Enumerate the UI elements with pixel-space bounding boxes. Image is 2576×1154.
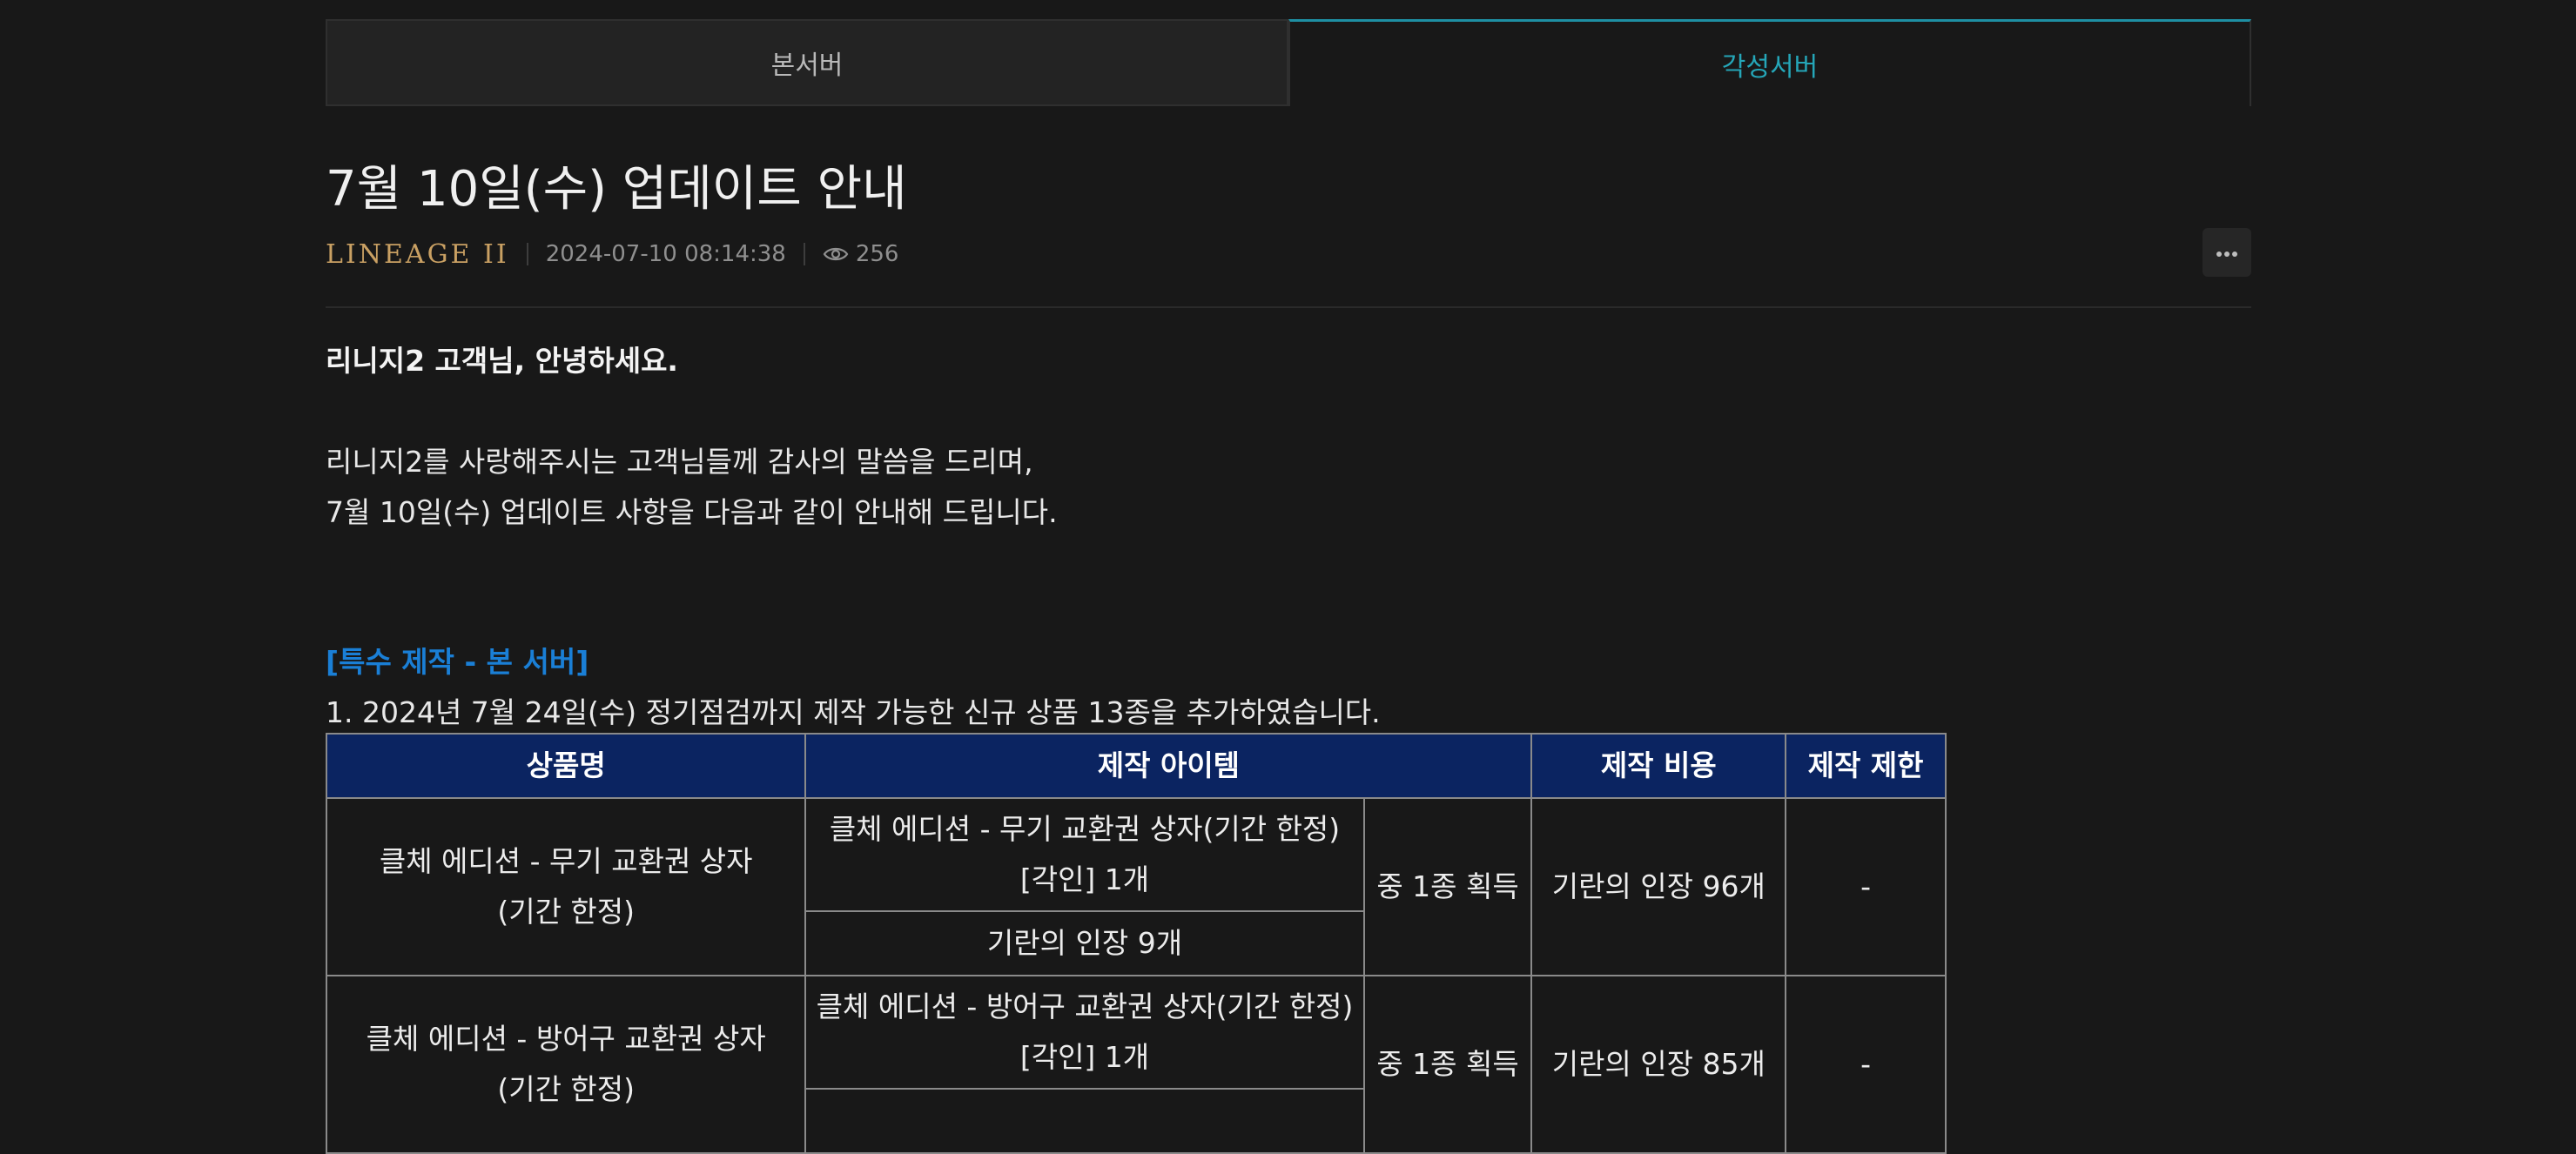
result-cell: 중 1종 획득: [1362, 797, 1533, 976]
material-cell: 클체 에디션 - 방어구 교환권 상자(기간 한정) [각인] 1개: [804, 975, 1365, 1090]
table-header-row: 상품명 제작 아이템 제작 비용 제작 제한: [325, 733, 1947, 799]
material-name: 클체 에디션 - 무기 교환권 상자(기간 한정): [829, 812, 1341, 846]
header-cost: 제작 비용: [1530, 733, 1787, 799]
view-count: 256: [855, 241, 899, 267]
limit-cell: -: [1785, 797, 1947, 976]
meta-separator: [803, 243, 805, 265]
header-materials: 제작 아이템: [804, 733, 1533, 799]
product-name: 클체 에디션 - 무기 교환권 상자: [379, 844, 753, 878]
result-cell: 중 1종 획득: [1362, 975, 1533, 1154]
table-row: 클체 에디션 - 무기 교환권 상자 (기간 한정) 클체 에디션 - 무기 교…: [325, 797, 1947, 976]
material-cell: 클체 에디션 - 무기 교환권 상자(기간 한정) [각인] 1개: [804, 797, 1365, 912]
eye-icon: [823, 245, 849, 264]
material-name: 클체 에디션 - 방어구 교환권 상자(기간 한정): [816, 990, 1354, 1023]
greeting-text: 리니지2 고객님, 안녕하세요.: [326, 344, 678, 378]
header-limit: 제작 제한: [1785, 733, 1947, 799]
section-title: [특수 제작 - 본 서버]: [326, 645, 589, 679]
limit-cell: -: [1785, 975, 1947, 1154]
material-qty: [각인] 1개: [1019, 1040, 1150, 1074]
tab-main-server[interactable]: 본서버: [326, 19, 1288, 106]
table-row: 클체 에디션 - 방어구 교환권 상자 (기간 한정) 클체 에디션 - 방어구…: [325, 975, 1947, 1154]
header-divider: [326, 306, 2251, 308]
post-datetime: 2024-07-10 08:14:38: [545, 241, 786, 267]
cost-cell: 기란의 인장 85개: [1530, 975, 1787, 1154]
product-note: (기간 한정): [497, 1072, 636, 1106]
product-cell: 클체 에디션 - 무기 교환권 상자 (기간 한정): [325, 797, 807, 976]
header-product: 상품명: [325, 733, 807, 799]
intro-line-2: 7월 10일(수) 업데이트 사항을 다음과 같이 안내해 드립니다.: [326, 495, 1058, 529]
material-qty: [각인] 1개: [1019, 862, 1150, 896]
intro-line-1: 리니지2를 사랑해주시는 고객님들께 감사의 말씀을 드리며,: [326, 445, 1033, 479]
post-meta: LINEAGE II 2024-07-10 08:14:38 256: [326, 235, 898, 273]
post-title: 7월 10일(수) 업데이트 안내: [326, 161, 907, 218]
product-cell: 클체 에디션 - 방어구 교환권 상자 (기간 한정): [325, 975, 807, 1154]
lineage-logo: LINEAGE II: [326, 238, 509, 270]
material-cell: 기란의 인장 9개: [804, 910, 1365, 976]
material-cell: [804, 1088, 1365, 1154]
more-options-button[interactable]: [2203, 228, 2251, 277]
cost-cell: 기란의 인장 96개: [1530, 797, 1787, 976]
tab-awakened-server[interactable]: 각성서버: [1288, 19, 2251, 106]
more-dots-icon: [2216, 245, 2238, 261]
product-name: 클체 에디션 - 방어구 교환권 상자: [366, 1022, 766, 1056]
product-note: (기간 한정): [497, 895, 636, 929]
server-tabs: 본서버 각성서버: [326, 19, 2251, 106]
crafting-table: 상품명 제작 아이템 제작 비용 제작 제한 클체 에디션 - 무기 교환권 상…: [325, 733, 1947, 1154]
notice-item-1: 1. 2024년 7월 24일(수) 정기점검까지 제작 가능한 신규 상품 1…: [326, 695, 1381, 729]
meta-separator: [526, 243, 528, 265]
